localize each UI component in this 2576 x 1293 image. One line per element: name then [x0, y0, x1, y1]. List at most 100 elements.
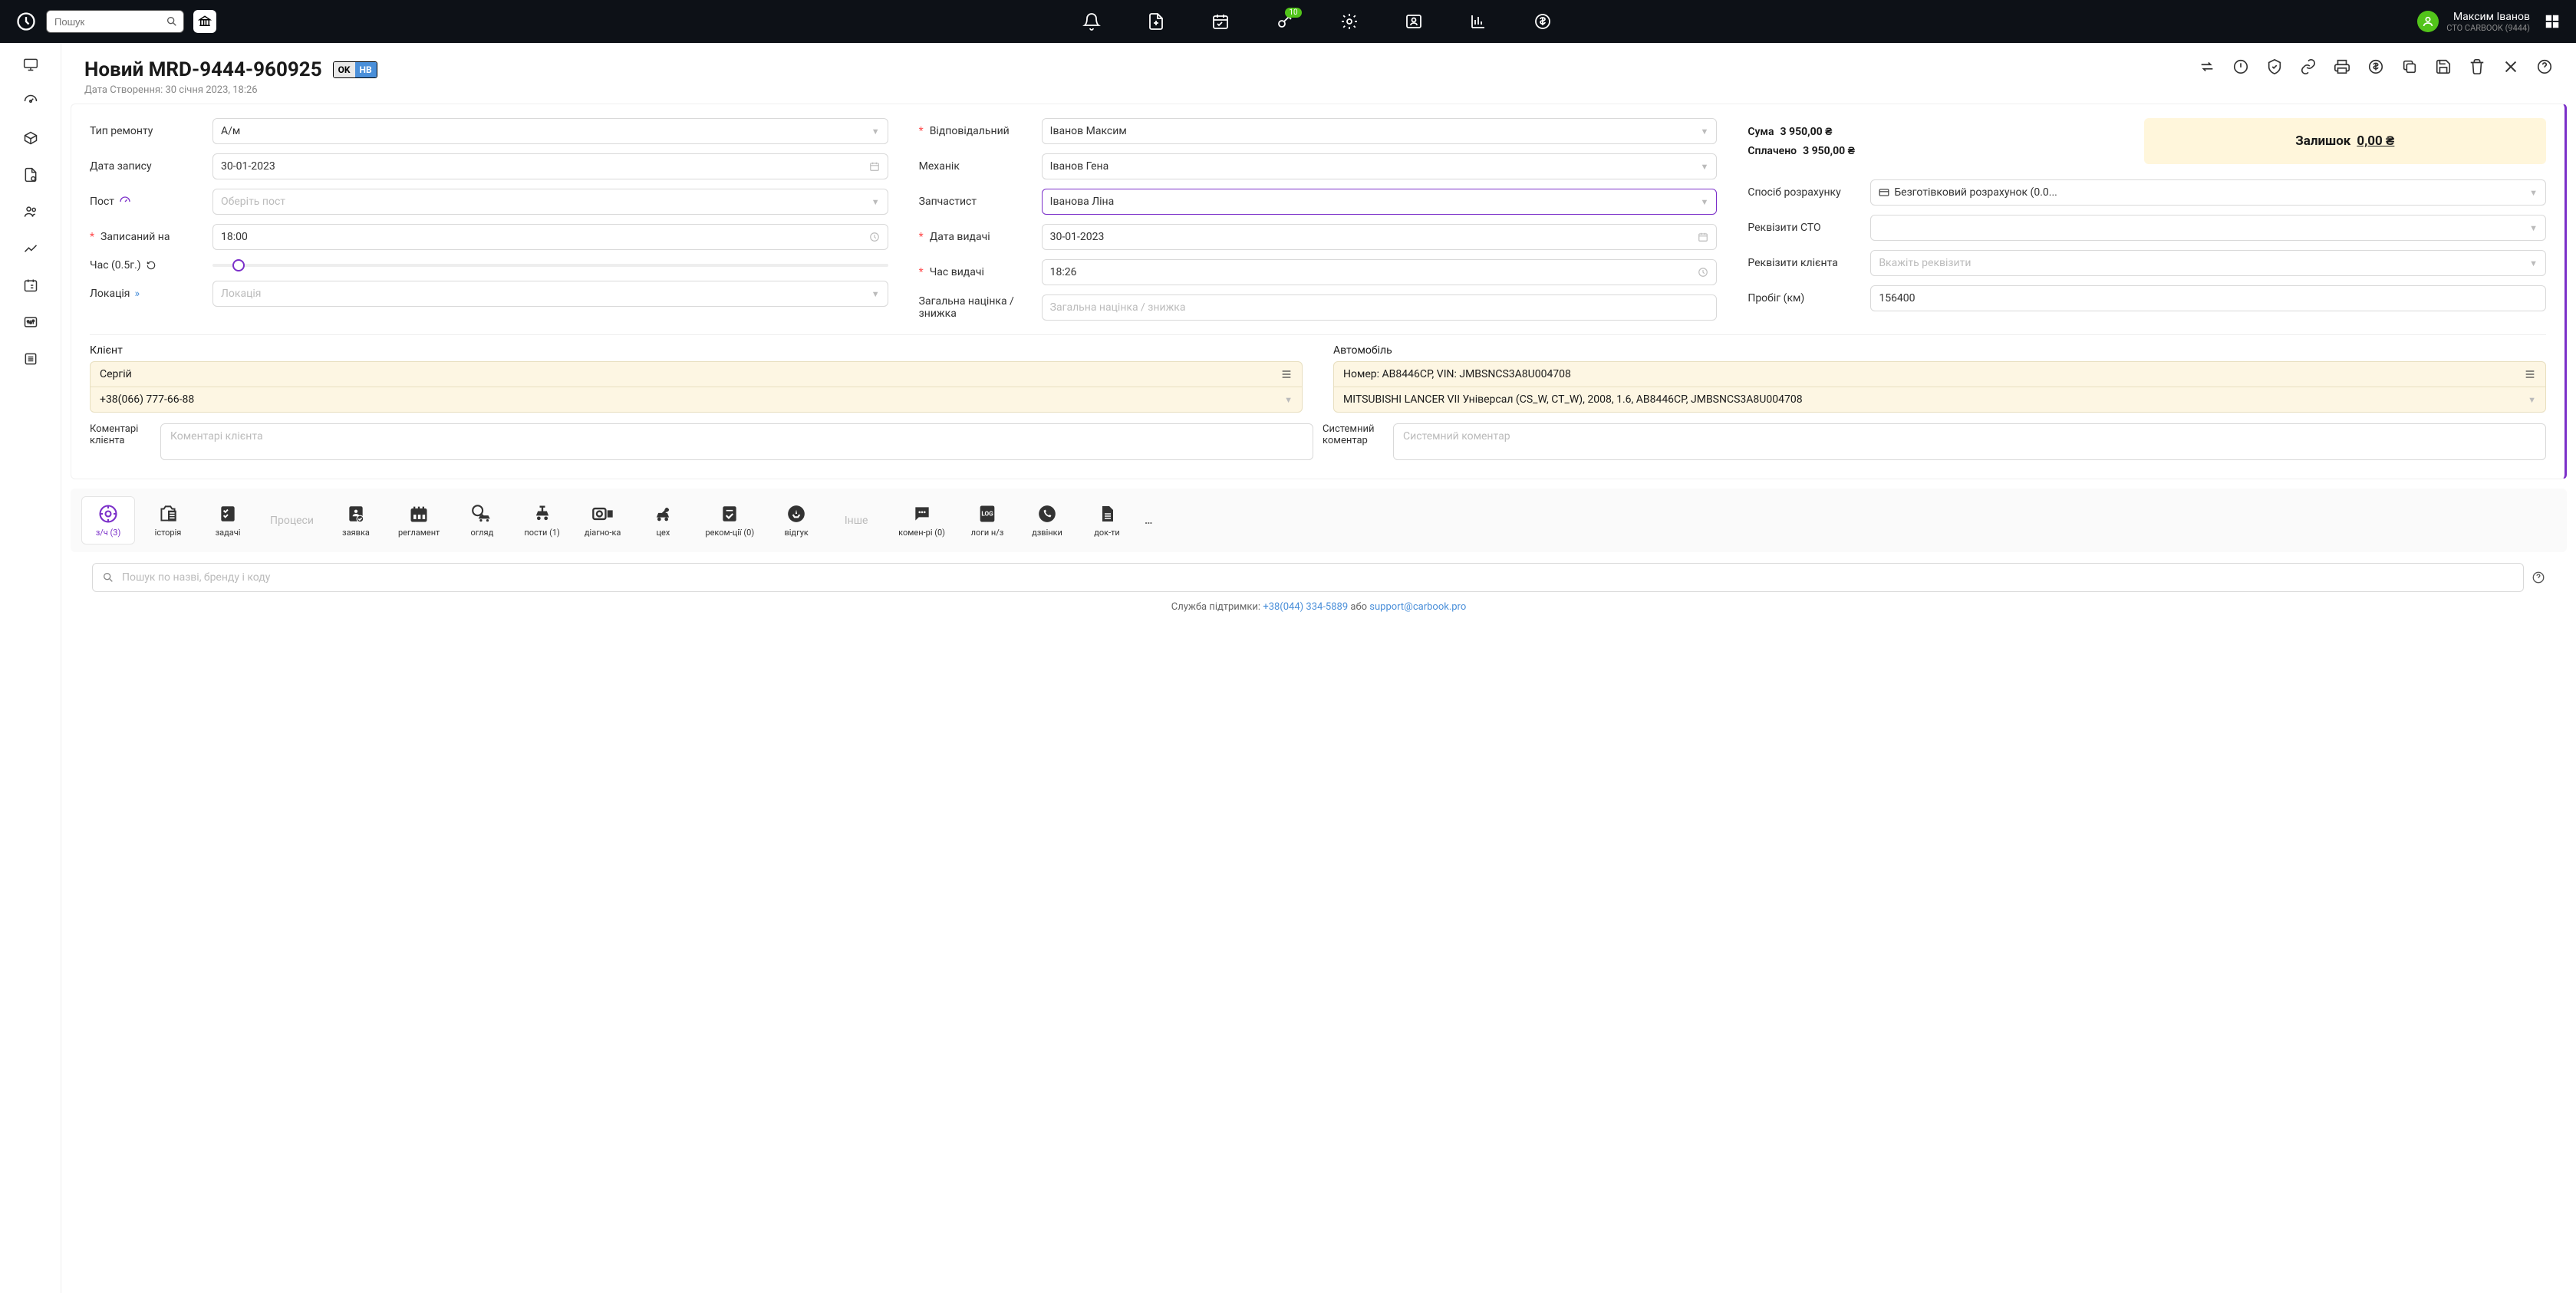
link-icon[interactable] [2300, 58, 2317, 75]
client-phone-row[interactable]: +38(066) 777-66-88 ▼ [91, 387, 1302, 412]
copy-icon[interactable] [2401, 58, 2418, 75]
scheduled-label: *Записаний на [90, 231, 205, 243]
tab-request[interactable]: заявка [329, 497, 383, 544]
tab-other[interactable]: Інше [829, 508, 883, 533]
tab-tasks[interactable]: задачі [201, 497, 255, 544]
tab-workshop[interactable]: цех [636, 497, 690, 544]
tab-more[interactable]: … [1140, 515, 1157, 527]
add-document-icon[interactable] [1147, 12, 1165, 31]
key-icon[interactable]: 10 [1276, 12, 1294, 31]
tab-docs[interactable]: док-ти [1080, 497, 1134, 544]
repair-type-label: Тип ремонту [90, 125, 205, 137]
paymethod-select[interactable]: Безготівковий розрахунок (0.0...▼ [1870, 179, 2546, 206]
tab-inspect[interactable]: огляд [455, 497, 509, 544]
sidebar-gauge-icon[interactable] [23, 94, 38, 109]
location-select[interactable]: Локація▼ [212, 281, 888, 307]
responsible-select[interactable]: Іванов Максим▼ [1042, 118, 1718, 144]
sum-label: Сума [1748, 126, 1774, 138]
client-section-label: Клієнт [90, 344, 1303, 357]
balance-box: Залишок 0,00 ₴ [2144, 118, 2546, 164]
help-icon[interactable] [2532, 571, 2545, 584]
money-icon[interactable] [2367, 58, 2384, 75]
created-date: Дата Створення: 30 січня 2023, 18:26 [84, 84, 377, 96]
system-comment-input[interactable]: Системний коментар [1393, 423, 2546, 460]
shield-icon[interactable] [2266, 58, 2283, 75]
vehicle-model-row[interactable]: MITSUBISHI LANCER VII Універсал (CS_W, C… [1334, 387, 2545, 412]
menu-icon[interactable] [2524, 368, 2536, 380]
bank-button[interactable] [193, 10, 216, 33]
currency-icon[interactable] [1533, 12, 1552, 31]
swap-icon[interactable] [2199, 58, 2215, 75]
tab-comments[interactable]: комен-рі (0) [889, 497, 954, 544]
settings-icon[interactable] [1340, 12, 1359, 31]
bell-icon[interactable] [1082, 12, 1101, 31]
location-label: Локація» [90, 288, 205, 300]
vehicle-id-row[interactable]: Номер: AB8446CP, VIN: JMBSNCS3A8U004708 [1334, 362, 2545, 387]
trash-icon[interactable] [2469, 58, 2485, 75]
alert-icon[interactable] [2232, 58, 2249, 75]
search-input[interactable] [46, 10, 184, 33]
sidebar-document-icon[interactable] [23, 167, 38, 183]
sto-req-select[interactable]: ▼ [1870, 215, 2546, 241]
tab-parts[interactable]: з/ч (3) [81, 496, 135, 545]
logo-icon[interactable] [15, 11, 37, 32]
workshop-icon [652, 503, 674, 525]
sidebar-list-icon[interactable] [23, 351, 38, 367]
tab-search-box[interactable]: Пошук по назві, бренду і коду [92, 563, 2524, 592]
sidebar-sliders-icon[interactable] [23, 314, 38, 330]
close-icon[interactable] [2502, 58, 2519, 75]
parts-select[interactable]: Іванова Ліна▼ [1042, 189, 1718, 215]
user-company: СТО CARBOOK (9444) [2446, 23, 2530, 33]
balance-value[interactable]: 0,00 ₴ [2357, 133, 2394, 149]
checklist-icon [218, 503, 238, 525]
apps-icon[interactable] [2544, 13, 2561, 30]
reload-icon [146, 260, 156, 271]
sidebar-calendar-icon[interactable] [23, 278, 38, 293]
client-comment-input[interactable]: Коментарі клієнта [160, 423, 1313, 460]
page-title: Новий MRD-9444-960925 [84, 58, 322, 81]
calendar-check-icon[interactable] [1211, 12, 1230, 31]
tab-calls[interactable]: дзвінки [1020, 497, 1074, 544]
help-icon[interactable] [2536, 58, 2553, 75]
chevron-down-icon: ▼ [1284, 395, 1293, 405]
calendar-icon [869, 161, 880, 172]
tab-processes[interactable]: Процеси [261, 508, 323, 533]
post-select[interactable]: Оберіть пост▼ [212, 189, 888, 215]
support-email[interactable]: support@carbook.pro [1369, 601, 1466, 613]
save-icon[interactable] [2435, 58, 2452, 75]
delivery-time-input[interactable]: 18:26 [1042, 259, 1718, 285]
mileage-label: Пробіг (км) [1748, 292, 1863, 304]
chart-icon[interactable] [1469, 12, 1487, 31]
tab-posts[interactable]: пости (1) [515, 497, 569, 544]
contact-icon[interactable] [1405, 12, 1423, 31]
global-search[interactable] [46, 10, 184, 33]
menu-icon[interactable] [1280, 368, 1293, 380]
status-group[interactable]: OK НВ [333, 61, 377, 78]
client-req-select[interactable]: Вкажіть реквізити▼ [1870, 250, 2546, 276]
mechanic-select[interactable]: Іванов Гена▼ [1042, 153, 1718, 179]
sidebar-package-icon[interactable] [23, 130, 38, 146]
avatar[interactable] [2417, 11, 2439, 32]
tab-history[interactable]: історія [141, 497, 195, 544]
tab-recom[interactable]: реком-ції (0) [696, 497, 763, 544]
client-name-row[interactable]: Сергій [91, 362, 1302, 387]
print-icon[interactable] [2334, 58, 2350, 75]
sidebar-people-icon[interactable] [23, 204, 38, 219]
scheduled-input[interactable]: 18:00 [212, 224, 888, 250]
sidebar-desktop-icon[interactable] [23, 57, 38, 72]
tab-regulation[interactable]: регламент [389, 497, 449, 544]
tab-logs[interactable]: LOG логи н/з [960, 497, 1014, 544]
tab-diag[interactable]: діагно-ка [575, 497, 631, 544]
tab-search-input[interactable]: Пошук по назві, бренду і коду [122, 571, 2514, 584]
inspect-icon [470, 503, 493, 525]
markup-input[interactable]: Загальна націнка / знижка [1042, 294, 1718, 321]
delivery-date-input[interactable]: 30-01-2023 [1042, 224, 1718, 250]
repair-type-select[interactable]: А/м▼ [212, 118, 888, 144]
tab-review[interactable]: відгук [769, 497, 823, 544]
support-phone[interactable]: +38(044) 334-5889 [1263, 601, 1348, 613]
date-input[interactable]: 30-01-2023 [212, 153, 888, 179]
duration-slider[interactable] [212, 264, 888, 267]
mileage-input[interactable]: 156400 [1870, 285, 2546, 311]
sidebar-analytics-icon[interactable] [23, 241, 38, 256]
status-nb: НВ [355, 62, 377, 77]
